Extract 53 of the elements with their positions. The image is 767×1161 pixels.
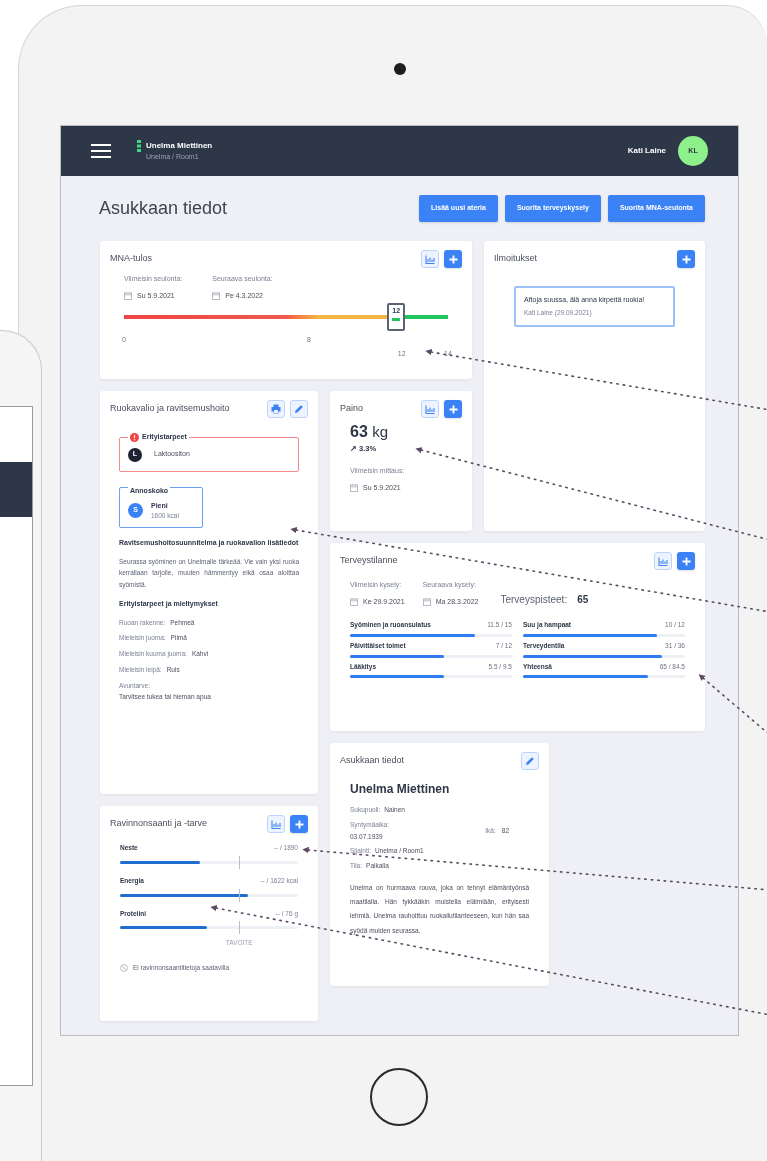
plus-icon	[448, 254, 458, 264]
resident-name: Unelma Miettinen	[146, 139, 213, 152]
print-button[interactable]	[267, 400, 285, 418]
chart-button[interactable]	[421, 250, 439, 268]
menu-icon	[91, 144, 111, 158]
chart-button[interactable]	[654, 552, 672, 570]
target-marker	[239, 888, 241, 902]
status-bars-icon	[137, 139, 141, 152]
chart-button[interactable]	[421, 400, 439, 418]
chart-icon	[271, 819, 281, 829]
menu-button[interactable]	[91, 143, 113, 159]
target-marker	[239, 921, 241, 935]
plus-icon	[681, 254, 691, 264]
printer-icon	[271, 404, 281, 414]
pencil-icon	[525, 756, 535, 766]
ban-icon	[120, 964, 128, 973]
page-title: Asukkaan tiedot	[99, 196, 228, 220]
card-title: Terveystilanne	[340, 554, 398, 568]
chart-button[interactable]	[267, 815, 285, 833]
calendar-icon	[350, 597, 358, 606]
plus-icon	[681, 556, 691, 566]
camera-icon	[394, 63, 406, 75]
card-title: Ruokavalio ja ravitsemushoito	[110, 402, 230, 416]
user-name: Kati Laine	[627, 145, 666, 157]
card-title: Asukkaan tiedot	[340, 754, 405, 768]
card-title: Ilmoitukset	[494, 252, 537, 266]
pencil-icon	[294, 404, 304, 414]
edit-button[interactable]	[521, 752, 539, 770]
calendar-icon	[350, 484, 358, 492]
chart-icon	[425, 254, 435, 264]
score-label: Terveyspisteet:	[500, 593, 568, 607]
warning-icon	[130, 432, 139, 442]
plus-icon	[448, 404, 458, 414]
resident-name: Unelma Miettinen	[350, 781, 451, 798]
target-marker	[239, 855, 241, 869]
add-button[interactable]	[677, 552, 695, 570]
add-button[interactable]	[677, 250, 695, 268]
chart-icon	[425, 404, 435, 414]
calendar-icon	[124, 291, 132, 300]
card-title: Ravinnonsaanti ja -tarve	[110, 817, 208, 831]
score-value: 65	[577, 593, 589, 607]
calendar-icon	[422, 597, 431, 606]
home-button[interactable]	[370, 1068, 428, 1126]
add-button[interactable]	[290, 815, 308, 833]
add-button[interactable]	[444, 400, 462, 418]
plus-icon	[294, 819, 304, 829]
calendar-icon	[212, 291, 221, 300]
add-button[interactable]	[444, 250, 462, 268]
edit-button[interactable]	[290, 400, 308, 418]
chart-icon	[658, 556, 668, 566]
card-title: MNA-tulos	[110, 252, 152, 266]
card-title: Paino	[340, 402, 364, 416]
weight-value: 63 kg	[349, 424, 390, 440]
